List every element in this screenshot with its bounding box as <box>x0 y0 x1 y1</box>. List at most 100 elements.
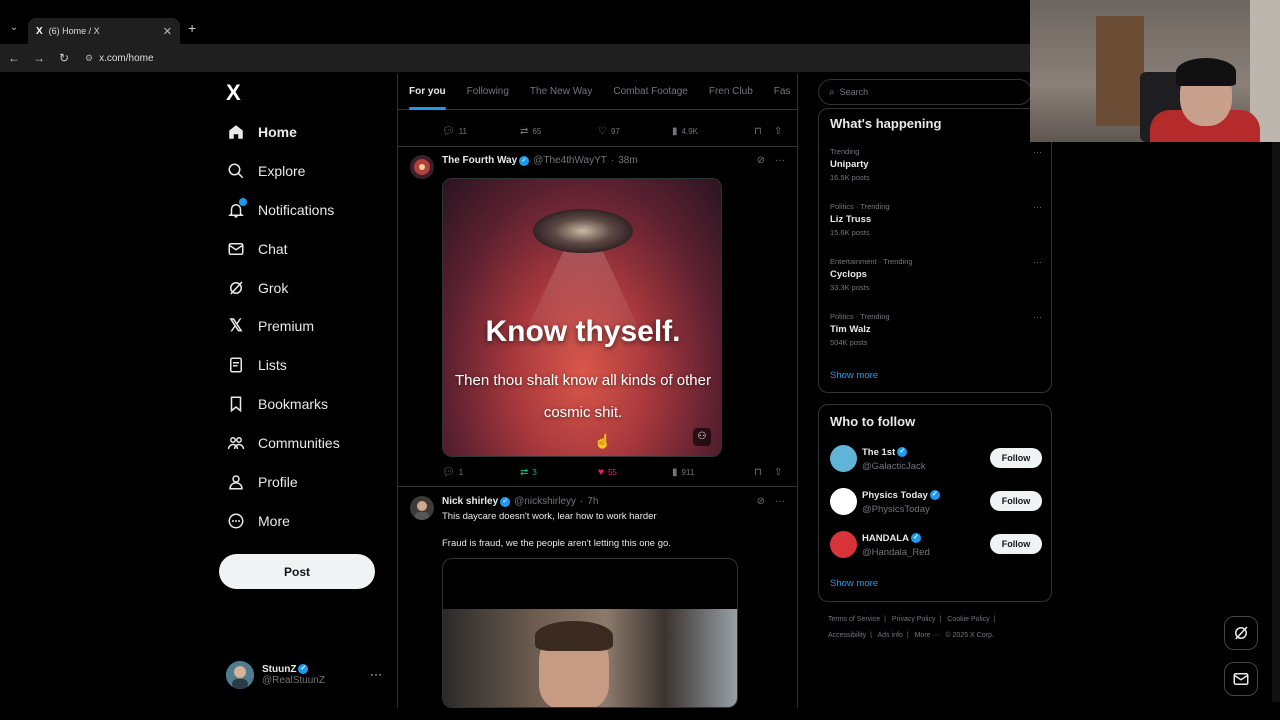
media-badge-icon[interactable]: ⚇ <box>693 428 711 446</box>
reply-button[interactable]: 💬︎ 11 <box>442 126 520 137</box>
verified-badge-icon: ✓ <box>897 447 908 458</box>
nav-label: Bookmarks <box>258 396 329 412</box>
account-name: StuunZ <box>262 664 297 675</box>
x-logo-icon[interactable]: X <box>226 80 241 106</box>
tweet-media-image[interactable]: Know thyself. Then thou shalt know all k… <box>442 178 722 457</box>
tab-fas[interactable]: Fas <box>774 74 791 110</box>
account-switcher[interactable]: StuunZ ✓ @RealStuunZ ··· <box>226 660 386 690</box>
tweet-author-handle[interactable]: @nickshirleyy <box>514 496 576 507</box>
more-icon[interactable]: ··· <box>775 155 785 166</box>
heart-filled-icon: ♥ <box>598 466 604 478</box>
footer-link-more[interactable]: More ··· <box>915 632 940 639</box>
bookmark-button[interactable]: ⊓ <box>754 467 774 478</box>
avatar[interactable] <box>410 155 434 179</box>
nav-item-bookmarks[interactable]: Bookmarks <box>226 391 328 417</box>
nav-item-profile[interactable]: Profile <box>226 469 298 495</box>
tweet-media-video[interactable] <box>442 558 738 708</box>
repost-button[interactable]: ⇄ 65 <box>520 126 598 137</box>
search-input[interactable]: ⌕ Search <box>818 79 1032 105</box>
reload-icon[interactable]: ↻ <box>53 51 75 65</box>
messages-float-button[interactable] <box>1224 662 1258 696</box>
account-handle: @RealStuunZ <box>262 675 325 686</box>
footer-link-terms[interactable]: Terms of Service <box>828 616 880 623</box>
follow-button[interactable]: Follow <box>990 534 1042 554</box>
more-icon[interactable]: ··· <box>1033 202 1042 212</box>
nav-item-notifications[interactable]: Notifications <box>226 197 334 223</box>
trend-item[interactable]: Politics · Trending Tim Walz 504K posts … <box>830 312 1042 347</box>
views-button[interactable]: ▮ 4.9K <box>672 126 754 137</box>
reply-count: 1 <box>458 467 464 477</box>
x-favicon-icon: X <box>36 25 43 37</box>
grok-float-button[interactable] <box>1224 616 1258 650</box>
footer-link-accessibility[interactable]: Accessibility <box>828 632 866 639</box>
tab-for-you[interactable]: For you <box>409 74 446 110</box>
nav-item-explore[interactable]: Explore <box>226 158 305 184</box>
more-icon[interactable]: ··· <box>1033 147 1042 157</box>
more-icon[interactable]: ··· <box>775 496 785 507</box>
tab-following[interactable]: Following <box>467 74 509 110</box>
back-icon[interactable]: ← <box>3 51 25 65</box>
follow-suggestion[interactable]: The 1st ✓ @GalacticJack Follow <box>830 445 1042 475</box>
more-icon[interactable]: ··· <box>370 667 382 681</box>
tab-combat-footage[interactable]: Combat Footage <box>613 74 688 110</box>
nav-item-home[interactable]: Home <box>226 119 297 145</box>
share-button[interactable]: ⇧ <box>774 126 786 137</box>
tab-fren-club[interactable]: Fren Club <box>709 74 753 110</box>
copyright: © 2025 X Corp. <box>945 632 994 639</box>
nav-item-premium[interactable]: 𝕏 Premium <box>226 313 314 339</box>
browser-tab[interactable]: X (6) Home / X ✕ <box>28 18 180 44</box>
tweet-time[interactable]: 38m <box>618 155 637 166</box>
trend-item[interactable]: Politics · Trending Liz Truss 15.6K post… <box>830 202 1042 237</box>
show-more-link[interactable]: Show more <box>830 370 878 381</box>
forward-icon[interactable]: → <box>28 51 50 65</box>
panel-title: Who to follow <box>830 414 916 429</box>
grok-icon[interactable]: ⊘ <box>757 155 765 166</box>
trend-count: 16.5K posts <box>830 173 870 182</box>
address-bar[interactable]: ⚙ x.com/home <box>85 53 154 64</box>
nav-item-communities[interactable]: Communities <box>226 430 340 456</box>
search-icon <box>226 161 246 181</box>
follow-button[interactable]: Follow <box>990 491 1042 511</box>
like-button[interactable]: ♡ 97 <box>598 126 672 137</box>
footer-link-cookie[interactable]: Cookie Policy <box>947 616 989 623</box>
bookmark-icon <box>226 394 246 414</box>
more-icon[interactable]: ··· <box>1033 312 1042 322</box>
footer-link-ads[interactable]: Ads info <box>878 632 903 639</box>
repost-button[interactable]: ⇄ 3 <box>520 467 598 478</box>
post-button[interactable]: Post <box>219 554 375 589</box>
footer-link-privacy[interactable]: Privacy Policy <box>892 616 936 623</box>
site-info-icon[interactable]: ⚙ <box>85 53 93 64</box>
tab-list-button[interactable]: ⌄ <box>6 20 22 36</box>
more-icon[interactable]: ··· <box>1033 257 1042 267</box>
trend-name: Cyclops <box>830 269 867 280</box>
grok-icon[interactable]: ⊘ <box>757 496 765 507</box>
bookmark-button[interactable]: ⊓ <box>754 126 774 137</box>
follow-handle: @PhysicsToday <box>862 504 930 515</box>
page-scrollbar[interactable] <box>1272 142 1280 702</box>
tweet-author-name[interactable]: Nick shirley <box>442 496 498 507</box>
tweet-time[interactable]: 7h <box>587 496 598 507</box>
nav-item-more[interactable]: More <box>226 508 290 534</box>
close-icon[interactable]: ✕ <box>163 25 172 38</box>
follow-suggestion[interactable]: HANDALA ✓ @Handala_Red Follow <box>830 531 1042 561</box>
new-tab-icon[interactable]: + <box>188 20 196 36</box>
trend-item[interactable]: Entertainment · Trending Cyclops 33.3K p… <box>830 257 1042 292</box>
like-button[interactable]: ♥ 55 <box>598 467 672 478</box>
nav-item-grok[interactable]: Grok <box>226 275 288 301</box>
views-button[interactable]: ▮ 911 <box>672 467 754 478</box>
follow-button[interactable]: Follow <box>990 448 1042 468</box>
nav-label: Notifications <box>258 202 335 218</box>
show-more-link[interactable]: Show more <box>830 578 878 589</box>
trend-item[interactable]: Trending Uniparty 16.5K posts ··· <box>830 147 1042 182</box>
nav-item-lists[interactable]: Lists <box>226 352 287 378</box>
avatar[interactable] <box>410 496 434 520</box>
tweet-text: Fraud is fraud, we the people aren't let… <box>442 538 671 549</box>
nav-item-chat[interactable]: Chat <box>226 236 288 262</box>
reply-button[interactable]: 💬︎ 1 <box>442 467 520 478</box>
tweet-author-handle[interactable]: @The4thWayYT <box>533 155 607 166</box>
share-button[interactable]: ⇧ <box>774 467 786 478</box>
webcam-person-hat <box>1176 58 1236 86</box>
follow-suggestion[interactable]: Physics Today ✓ @PhysicsToday Follow <box>830 488 1042 518</box>
tweet-author-name[interactable]: The Fourth Way <box>442 155 517 166</box>
tab-the-new-way[interactable]: The New Way <box>530 74 592 110</box>
